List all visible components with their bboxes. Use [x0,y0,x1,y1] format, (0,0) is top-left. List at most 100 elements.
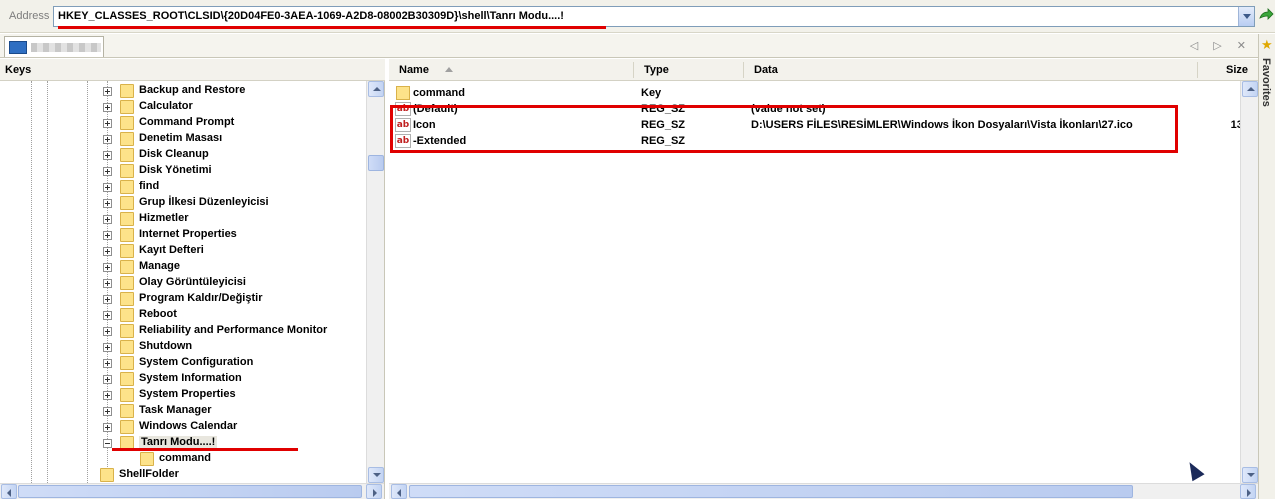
expand-icon[interactable] [103,279,112,288]
expand-icon[interactable] [103,135,112,144]
expand-icon[interactable] [103,295,112,304]
value-row[interactable]: command Key [389,85,1258,101]
tree-item-label[interactable]: System Properties [139,388,236,400]
tree-item[interactable]: Manage [0,259,366,275]
tree-item-label[interactable]: find [139,180,159,192]
tree-item[interactable]: find [0,179,366,195]
tree-item-label[interactable]: command [159,452,211,464]
expand-icon[interactable] [103,407,112,416]
scroll-left-button[interactable] [1,484,17,499]
tree-item[interactable]: Windows Calendar [0,419,366,435]
tree-item-label[interactable]: Windows Calendar [139,420,237,432]
tree-item[interactable]: Internet Properties [0,227,366,243]
tree-item[interactable]: Grup İlkesi Düzenleyicisi [0,195,366,211]
column-type[interactable]: Type [644,64,669,76]
tree-item[interactable]: System Properties [0,387,366,403]
tree-item-label[interactable]: Hizmetler [139,212,189,224]
tree-item[interactable]: ShellFolder [0,467,366,483]
tree-item[interactable]: Disk Yönetimi [0,163,366,179]
expand-icon[interactable] [103,151,112,160]
column-separator[interactable] [1197,62,1198,78]
column-separator[interactable] [633,62,634,78]
tab-navigation-controls[interactable]: ◁ ▷ ✕ [1190,39,1252,52]
column-data[interactable]: Data [754,64,778,76]
expand-icon[interactable] [103,423,112,432]
expand-icon[interactable] [103,375,112,384]
expand-icon[interactable] [103,359,112,368]
tree-item-label[interactable]: Disk Cleanup [139,148,209,160]
expand-icon[interactable] [103,247,112,256]
tree-item-label[interactable]: System Configuration [139,356,253,368]
scroll-left-button[interactable] [391,484,407,499]
tree-item-label[interactable]: Task Manager [139,404,212,416]
tab-computer[interactable] [4,36,104,57]
scroll-down-button[interactable] [1242,467,1258,483]
collapse-icon[interactable] [103,439,112,448]
expand-icon[interactable] [103,167,112,176]
tree-item-label[interactable]: Command Prompt [139,116,234,128]
tree-item[interactable]: Command Prompt [0,115,366,131]
expand-icon[interactable] [103,391,112,400]
address-input[interactable]: HKEY_CLASSES_ROOT\CLSID\{20D04FE0-3AEA-1… [53,6,1255,27]
expand-icon[interactable] [103,87,112,96]
tree-item-label[interactable]: Backup and Restore [139,84,245,96]
scroll-down-button[interactable] [368,467,384,483]
tree-item-label[interactable]: Program Kaldır/Değiştir [139,292,262,304]
tree-item[interactable]: System Information [0,371,366,387]
tree-item-label[interactable]: Grup İlkesi Düzenleyicisi [139,196,269,208]
expand-icon[interactable] [103,231,112,240]
tree-item[interactable]: Reliability and Performance Monitor [0,323,366,339]
scroll-right-button[interactable] [1240,484,1256,499]
values-horizontal-scrollbar[interactable] [389,483,1258,499]
tree-item[interactable]: Denetim Masası [0,131,366,147]
tree-item-label[interactable]: Kayıt Defteri [139,244,204,256]
scroll-thumb[interactable] [368,155,384,171]
tree-item-child[interactable]: command [0,451,366,467]
tree-item[interactable]: Hizmetler [0,211,366,227]
tree-item-label[interactable]: System Information [139,372,242,384]
values-vertical-scrollbar[interactable] [1240,81,1258,483]
scroll-up-button[interactable] [368,81,384,97]
tree-item[interactable]: Disk Cleanup [0,147,366,163]
column-size[interactable]: Size [1226,64,1248,76]
tree-item[interactable]: Olay Görüntüleyicisi [0,275,366,291]
keys-vertical-scrollbar[interactable] [366,81,384,483]
tree-item-label[interactable]: Calculator [139,100,193,112]
address-path[interactable]: HKEY_CLASSES_ROOT\CLSID\{20D04FE0-3AEA-1… [58,10,564,22]
tree-item-label[interactable]: Internet Properties [139,228,237,240]
hscroll-thumb[interactable] [409,485,1133,498]
scroll-up-button[interactable] [1242,81,1258,97]
favorites-bar[interactable]: ★ Favorites [1258,34,1275,499]
expand-icon[interactable] [103,327,112,336]
expand-icon[interactable] [103,119,112,128]
expand-icon[interactable] [103,183,112,192]
tree-item-label[interactable]: Tanrı Modu....! [139,436,218,448]
go-arrow-icon[interactable] [1258,8,1274,24]
expand-icon[interactable] [103,199,112,208]
hscroll-thumb[interactable] [18,485,362,498]
tree-item[interactable]: Reboot [0,307,366,323]
expand-icon[interactable] [103,343,112,352]
column-separator[interactable] [743,62,744,78]
tree-item-label[interactable]: Disk Yönetimi [139,164,212,176]
expand-icon[interactable] [103,215,112,224]
tree-item[interactable]: Backup and Restore [0,83,366,99]
tree-item[interactable]: Kayıt Defteri [0,243,366,259]
address-dropdown-button[interactable] [1238,7,1254,26]
tree-item-label[interactable]: Reliability and Performance Monitor [139,324,327,336]
scroll-right-button[interactable] [366,484,382,499]
tree-item[interactable]: Task Manager [0,403,366,419]
tree-item-label[interactable]: Shutdown [139,340,192,352]
tree-item-label[interactable]: Manage [139,260,180,272]
tree-item-label[interactable]: Reboot [139,308,177,320]
tree-item-label[interactable]: ShellFolder [119,468,179,480]
tree-item[interactable]: Program Kaldır/Değiştir [0,291,366,307]
tree-item[interactable]: System Configuration [0,355,366,371]
tree-item[interactable]: Calculator [0,99,366,115]
expand-icon[interactable] [103,263,112,272]
keys-horizontal-scrollbar[interactable] [0,483,384,499]
tree-item-label[interactable]: Denetim Masası [139,132,222,144]
tree-item[interactable]: Shutdown [0,339,366,355]
column-name[interactable]: Name [399,64,429,76]
expand-icon[interactable] [103,311,112,320]
